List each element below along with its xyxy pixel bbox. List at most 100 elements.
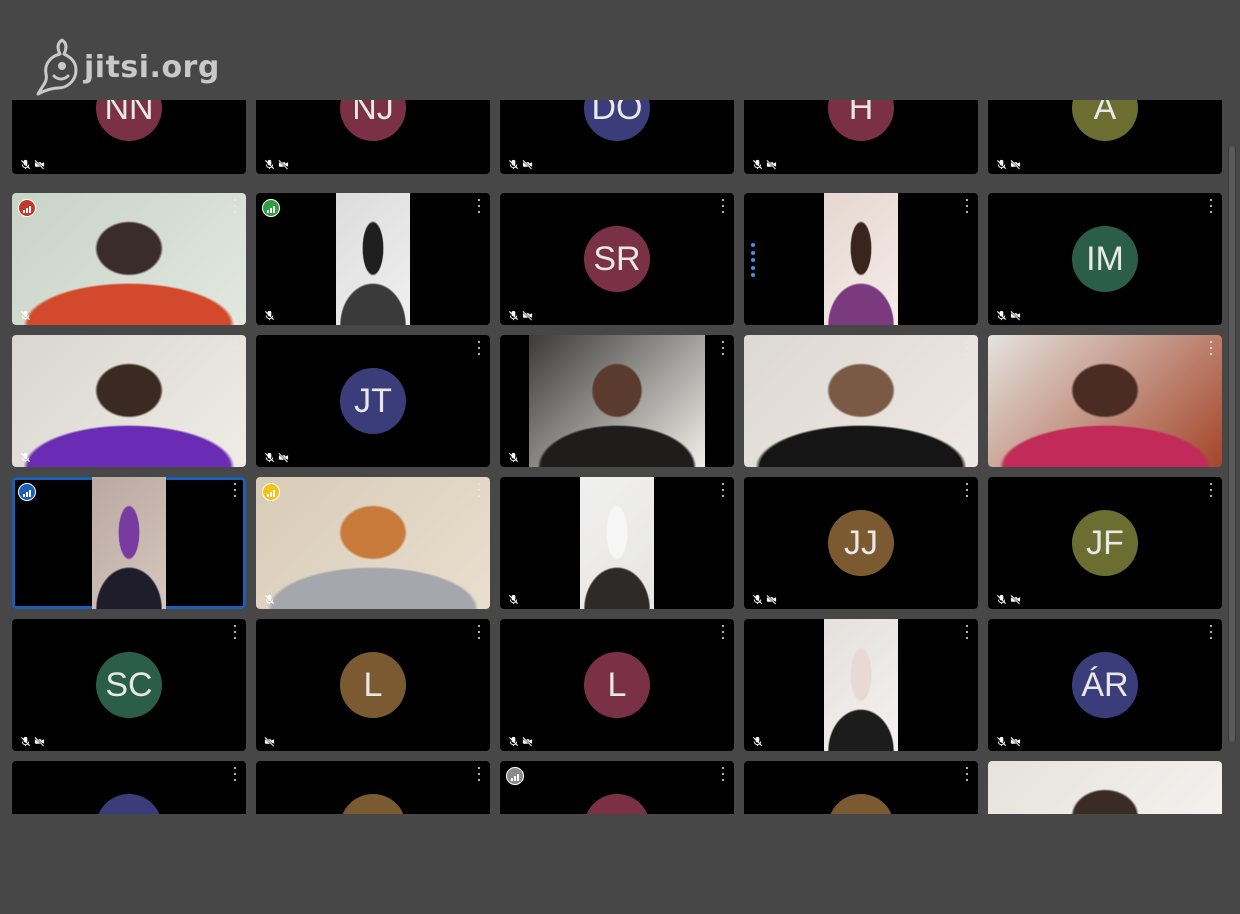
participant-tile[interactable] bbox=[256, 761, 490, 814]
camera-off-icon bbox=[766, 159, 777, 170]
status-indicators bbox=[264, 736, 275, 747]
jitsi-logo-text: jitsi.org bbox=[84, 49, 220, 85]
participant-video bbox=[256, 477, 490, 609]
camera-off-icon bbox=[1010, 594, 1021, 605]
participant-tile[interactable]: H bbox=[744, 100, 978, 174]
status-indicators bbox=[508, 736, 533, 747]
camera-off-icon bbox=[522, 159, 533, 170]
status-indicators bbox=[264, 452, 289, 463]
status-indicators bbox=[508, 452, 519, 463]
tile-menu-icon[interactable] bbox=[962, 625, 972, 639]
participant-tile[interactable] bbox=[12, 335, 246, 467]
tile-menu-icon[interactable] bbox=[230, 199, 240, 213]
participant-tile[interactable] bbox=[12, 193, 246, 325]
scrollbar-thumb[interactable] bbox=[1229, 146, 1235, 742]
participant-tile[interactable]: A bbox=[988, 100, 1222, 174]
scrollbar[interactable] bbox=[1228, 146, 1236, 742]
participant-video bbox=[988, 335, 1222, 467]
connection-indicator-icon[interactable] bbox=[506, 767, 524, 785]
mic-muted-icon bbox=[20, 159, 31, 170]
tile-menu-icon[interactable] bbox=[962, 199, 972, 213]
participant-avatar: NN bbox=[96, 100, 162, 141]
participant-tile[interactable] bbox=[744, 193, 978, 325]
participant-tile[interactable] bbox=[256, 193, 490, 325]
mic-muted-icon bbox=[996, 310, 1007, 321]
tile-menu-icon[interactable] bbox=[1206, 483, 1216, 497]
participant-tile[interactable]: JT bbox=[256, 335, 490, 467]
participant-tile[interactable]: DO bbox=[500, 100, 734, 174]
tile-menu-icon[interactable] bbox=[962, 341, 972, 355]
participant-avatar: IM bbox=[1072, 226, 1138, 292]
participant-avatar bbox=[96, 794, 162, 814]
connection-indicator-icon[interactable] bbox=[18, 483, 36, 501]
tile-menu-icon[interactable] bbox=[230, 625, 240, 639]
mic-muted-icon bbox=[264, 594, 275, 605]
mic-muted-icon bbox=[752, 736, 763, 747]
participant-tile[interactable] bbox=[744, 761, 978, 814]
status-indicators bbox=[20, 452, 31, 463]
participant-avatar: L bbox=[340, 652, 406, 718]
tile-menu-icon[interactable] bbox=[718, 341, 728, 355]
participant-tile[interactable]: NJ bbox=[256, 100, 490, 174]
participant-tile[interactable] bbox=[500, 477, 734, 609]
tile-menu-icon[interactable] bbox=[718, 199, 728, 213]
participant-avatar: H bbox=[828, 100, 894, 141]
participant-avatar: ÁR bbox=[1072, 652, 1138, 718]
participant-tile[interactable] bbox=[12, 477, 246, 609]
status-indicators bbox=[996, 594, 1021, 605]
tile-menu-icon[interactable] bbox=[718, 625, 728, 639]
participant-tile[interactable] bbox=[500, 335, 734, 467]
participant-tile[interactable]: SR bbox=[500, 193, 734, 325]
tile-menu-icon[interactable] bbox=[1206, 199, 1216, 213]
participant-tile[interactable] bbox=[500, 761, 734, 814]
participant-tile[interactable] bbox=[988, 335, 1222, 467]
camera-off-icon bbox=[278, 452, 289, 463]
participant-tile[interactable] bbox=[12, 761, 246, 814]
camera-off-icon bbox=[1010, 159, 1021, 170]
connection-indicator-icon[interactable] bbox=[18, 199, 36, 217]
participant-tile[interactable]: SC bbox=[12, 619, 246, 751]
participant-tile[interactable] bbox=[744, 335, 978, 467]
tile-menu-icon[interactable] bbox=[1206, 341, 1216, 355]
tile-menu-icon[interactable] bbox=[718, 483, 728, 497]
tile-menu-icon[interactable] bbox=[474, 199, 484, 213]
tile-view: NN NJ DO H A SR IM JT JJ JF SC L L ÁR bbox=[0, 100, 1240, 814]
tile-menu-icon[interactable] bbox=[962, 767, 972, 781]
tile-menu-icon[interactable] bbox=[962, 483, 972, 497]
tile-menu-icon[interactable] bbox=[230, 341, 240, 355]
tile-menu-icon[interactable] bbox=[230, 483, 240, 497]
participant-tile[interactable]: JF bbox=[988, 477, 1222, 609]
tile-menu-icon[interactable] bbox=[474, 625, 484, 639]
participant-tile[interactable] bbox=[744, 619, 978, 751]
camera-off-icon bbox=[1010, 310, 1021, 321]
participant-avatar bbox=[828, 794, 894, 814]
participant-tile[interactable]: JJ bbox=[744, 477, 978, 609]
tile-menu-icon[interactable] bbox=[474, 767, 484, 781]
participant-avatar: SC bbox=[96, 652, 162, 718]
tile-menu-icon[interactable] bbox=[474, 341, 484, 355]
participant-video bbox=[12, 335, 246, 467]
tile-menu-icon[interactable] bbox=[718, 767, 728, 781]
mic-muted-icon bbox=[508, 310, 519, 321]
status-indicators bbox=[20, 159, 45, 170]
connection-indicator-icon[interactable] bbox=[262, 483, 280, 501]
participant-tile[interactable]: NN bbox=[12, 100, 246, 174]
participant-tile[interactable]: L bbox=[500, 619, 734, 751]
mic-muted-icon bbox=[508, 452, 519, 463]
camera-off-icon bbox=[766, 594, 777, 605]
connection-indicator-icon[interactable] bbox=[262, 199, 280, 217]
participant-tile[interactable] bbox=[256, 477, 490, 609]
mic-muted-icon bbox=[264, 310, 275, 321]
tile-menu-icon[interactable] bbox=[230, 767, 240, 781]
camera-off-icon bbox=[522, 310, 533, 321]
status-indicators bbox=[508, 159, 533, 170]
mic-muted-icon bbox=[20, 310, 31, 321]
participant-tile[interactable]: ÁR bbox=[988, 619, 1222, 751]
tile-menu-icon[interactable] bbox=[474, 483, 484, 497]
participant-tile[interactable]: IM bbox=[988, 193, 1222, 325]
participant-video bbox=[336, 193, 410, 325]
jitsi-logo-icon bbox=[36, 38, 78, 96]
participant-tile[interactable]: L bbox=[256, 619, 490, 751]
tile-menu-icon[interactable] bbox=[1206, 625, 1216, 639]
participant-tile[interactable] bbox=[988, 761, 1222, 814]
